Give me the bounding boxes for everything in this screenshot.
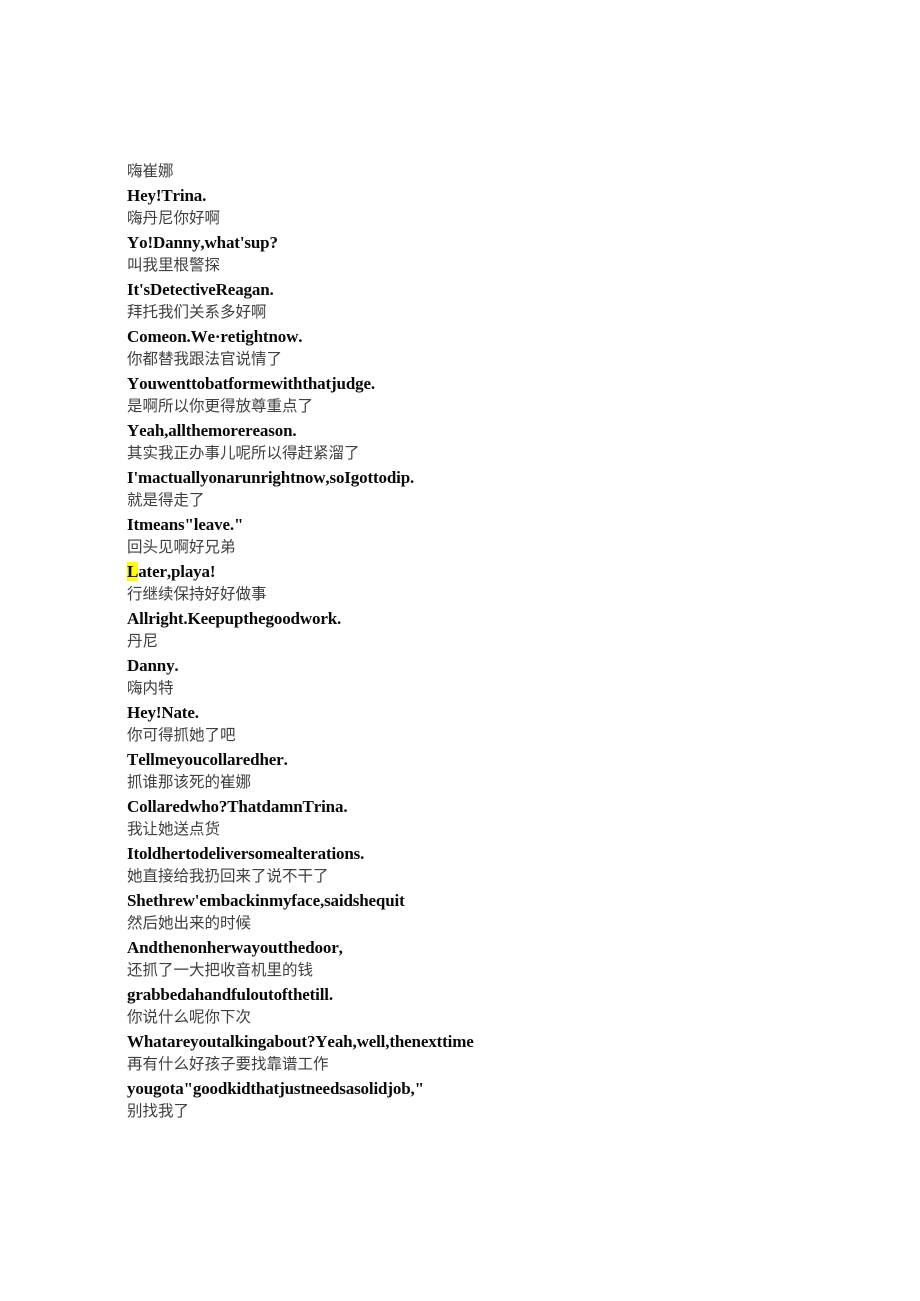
subtitle-line-source: 是啊所以你更得放尊重点了 — [127, 397, 314, 415]
subtitle-line-translation-highlighted: Later,playa! — [127, 560, 827, 584]
subtitle-line-translation: It'sDetectiveReagan. — [127, 279, 274, 299]
subtitle-line-source: 你可得抓她了吧 — [127, 726, 236, 744]
subtitle-line-translation: Shethrew'embackinmyface,saidshequit — [127, 890, 405, 910]
subtitle-line-translation: Yeah,allthemorereason. — [127, 420, 297, 440]
subtitle-line-source: 她直接给我扔回来了说不干了 — [127, 867, 329, 885]
highlighted-line-remainder: ater,playa! — [138, 561, 216, 581]
subtitle-line-source: 嗨丹尼你好啊 — [127, 209, 221, 227]
subtitle-line-translation: Hey!Trina. — [127, 185, 207, 205]
subtitle-line-source: 回头见啊好兄弟 — [127, 538, 236, 556]
subtitle-line-translation: Itmeans"leave." — [127, 514, 244, 534]
subtitle-line-source: 拜托我们关系多好啊 — [127, 303, 267, 321]
subtitle-line-source: 就是得走了 — [127, 491, 205, 509]
subtitle-line-source: 其实我正办事儿呢所以得赶紧溜了 — [127, 444, 360, 462]
highlighted-character: L — [127, 561, 139, 581]
subtitle-line-source: 叫我里根警探 — [127, 256, 221, 274]
subtitle-line-translation: yougota"goodkidthatjustneedsasolidjob," — [127, 1078, 424, 1098]
subtitle-line-source: 嗨内特 — [127, 679, 174, 697]
subtitle-line-source: 再有什么好孩子要找靠谱工作 — [127, 1055, 329, 1073]
subtitle-line-source: 行继续保持好好做事 — [127, 585, 267, 603]
subtitle-line-source: 嗨崔娜 — [127, 162, 174, 180]
subtitle-line-translation: Itoldhertodeliversomealterations. — [127, 843, 365, 863]
subtitle-line-translation: I'mactuallyonarunrightnow,soIgottodip. — [127, 467, 415, 487]
subtitle-line-source: 你说什么呢你下次 — [127, 1008, 252, 1026]
subtitle-line-translation: Danny. — [127, 655, 179, 675]
subtitle-line-source: 别找我了 — [127, 1102, 190, 1120]
bilingual-subtitle-transcript: 嗨崔娜 Hey!Trina. 嗨丹尼你好啊 Yo!Danny,what'sup?… — [127, 160, 827, 1124]
subtitle-line-translation: Tellmeyoucollaredher. — [127, 749, 288, 769]
subtitle-line-translation: Whatareyoutalkingabout?Yeah,well,thenext… — [127, 1031, 474, 1051]
subtitle-line-translation: grabbedahandfuloutofthetill. — [127, 984, 333, 1004]
subtitle-line-source: 我让她送点货 — [127, 820, 221, 838]
subtitle-line-source: 然后她出来的时候 — [127, 914, 252, 932]
subtitle-line-source: 你都替我跟法官说情了 — [127, 350, 283, 368]
subtitle-line-source: 丹尼 — [127, 632, 159, 650]
subtitle-line-translation: Comeon.We·retightnow. — [127, 326, 303, 346]
subtitle-line-translation: Yo!Danny,what'sup? — [127, 232, 278, 252]
subtitle-line-translation: Allright.Keepupthegoodwork. — [127, 608, 342, 628]
subtitle-line-translation: Collaredwho?ThatdamnTrina. — [127, 796, 348, 816]
subtitle-line-translation: Youwenttobatformewiththatjudge. — [127, 373, 375, 393]
subtitle-line-translation: Andthenonherwayoutthedoor, — [127, 937, 343, 957]
document-page: 嗨崔娜 Hey!Trina. 嗨丹尼你好啊 Yo!Danny,what'sup?… — [0, 0, 920, 1301]
subtitle-line-source: 还抓了一大把收音机里的钱 — [127, 961, 314, 979]
subtitle-line-source: 抓谁那该死的崔娜 — [127, 773, 252, 791]
subtitle-line-translation: Hey!Nate. — [127, 702, 199, 722]
